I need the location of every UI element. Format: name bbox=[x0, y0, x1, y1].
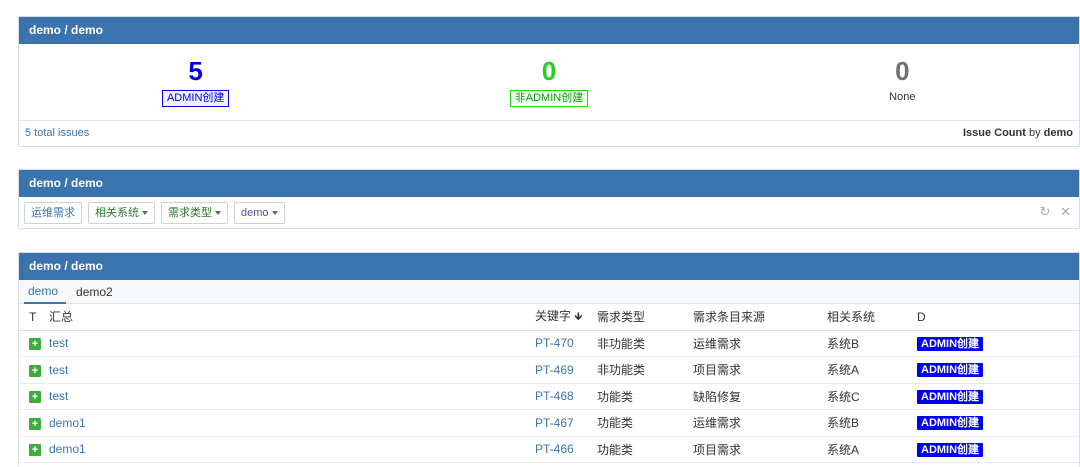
caret-down-icon bbox=[142, 211, 148, 216]
total-issues-link[interactable]: 5 total issues bbox=[25, 121, 89, 147]
footer-label: Issue Count bbox=[962, 127, 1026, 139]
row-summary[interactable]: test bbox=[49, 356, 535, 384]
col-d[interactable]: D bbox=[917, 304, 1079, 331]
footer-caption: Issue Count by demo bbox=[963, 121, 1073, 147]
filter-gadget: demo / demo 运维需求 相关系统 需求类型 demo ↻ ✕ bbox=[18, 169, 1080, 229]
creator-badge: ADMIN创建 bbox=[917, 363, 984, 378]
close-icon[interactable]: ✕ bbox=[1060, 204, 1071, 219]
row-system: 系统B bbox=[827, 409, 917, 437]
creator-badge: ADMIN创建 bbox=[917, 389, 984, 404]
row-source: 项目需求 bbox=[693, 436, 827, 463]
tab-demo2[interactable]: demo2 bbox=[72, 281, 121, 303]
tab-demo[interactable]: demo bbox=[24, 280, 67, 304]
filter-dropdown-demo[interactable]: demo bbox=[234, 202, 285, 224]
gadget-footer: 5 total issues Issue Count by demo bbox=[19, 120, 1079, 147]
issues-gadget: demo / demo demo demo2 T 汇总 关键字 🡻 需求类型 需… bbox=[18, 252, 1080, 467]
gadget-title: demo / demo bbox=[19, 253, 1079, 280]
table-header: T 汇总 关键字 🡻 需求类型 需求条目来源 相关系统 D bbox=[19, 304, 1079, 331]
col-key-label: 关键字 bbox=[535, 308, 572, 323]
tab-bar: demo demo2 bbox=[19, 280, 1079, 304]
issues-table: T 汇总 关键字 🡻 需求类型 需求条目来源 相关系统 D + test PT-… bbox=[19, 304, 1079, 463]
table-row: + demo1 PT-467 功能类 运维需求 系统B ADMIN创建 bbox=[19, 409, 1079, 437]
row-key[interactable]: PT-467 bbox=[535, 409, 597, 437]
stat-label[interactable]: ADMIN创建 bbox=[161, 90, 230, 107]
new-feature-icon: + bbox=[29, 391, 41, 404]
row-key[interactable]: PT-469 bbox=[535, 356, 597, 384]
row-summary[interactable]: demo1 bbox=[49, 409, 535, 437]
stat-count[interactable]: 5 bbox=[19, 56, 372, 86]
sort-down-icon: 🡻 bbox=[574, 310, 583, 323]
new-feature-icon: + bbox=[29, 444, 41, 457]
row-summary[interactable]: test bbox=[49, 330, 535, 357]
col-summary[interactable]: 汇总 bbox=[49, 304, 535, 331]
new-feature-icon: + bbox=[29, 364, 41, 377]
col-type-icon[interactable]: T bbox=[19, 304, 49, 331]
row-key[interactable]: PT-466 bbox=[535, 436, 597, 463]
row-key[interactable]: PT-470 bbox=[535, 330, 597, 357]
row-type: 功能类 bbox=[597, 436, 693, 463]
row-source: 项目需求 bbox=[693, 356, 827, 384]
gadget-title: demo / demo bbox=[19, 170, 1079, 197]
row-summary[interactable]: demo1 bbox=[49, 436, 535, 463]
stats-row: 5 ADMIN创建 0 非ADMIN创建 0 None bbox=[19, 44, 1079, 120]
creator-badge: ADMIN创建 bbox=[917, 416, 984, 431]
table-row: + test PT-468 功能类 缺陷修复 系统C ADMIN创建 bbox=[19, 383, 1079, 410]
row-system: 系统A bbox=[827, 356, 917, 384]
gadget-title: demo / demo bbox=[19, 17, 1079, 44]
filter-actions: ↻ ✕ bbox=[1034, 204, 1071, 220]
row-source: 运维需求 bbox=[693, 409, 827, 437]
stat-admin[interactable]: 5 ADMIN创建 bbox=[19, 44, 372, 120]
caret-down-icon bbox=[271, 211, 278, 216]
col-system[interactable]: 相关系统 bbox=[827, 304, 917, 331]
new-feature-icon: + bbox=[29, 338, 41, 351]
caret-down-icon bbox=[215, 211, 221, 216]
row-source: 运维需求 bbox=[693, 330, 827, 357]
footer-by: by bbox=[1028, 127, 1041, 139]
row-system: 系统B bbox=[827, 330, 917, 357]
row-type: 功能类 bbox=[597, 383, 693, 410]
creator-badge: ADMIN创建 bbox=[917, 336, 984, 351]
row-key[interactable]: PT-468 bbox=[535, 383, 597, 410]
filter-label: 需求类型 bbox=[168, 207, 212, 219]
filter-label: demo bbox=[241, 207, 269, 219]
row-system: 系统A bbox=[827, 436, 917, 463]
filter-label: 相关系统 bbox=[95, 207, 139, 219]
table-row: + demo1 PT-466 功能类 项目需求 系统A ADMIN创建 bbox=[19, 436, 1079, 463]
stat-none[interactable]: 0 None bbox=[726, 44, 1079, 120]
row-type: 非功能类 bbox=[597, 330, 693, 357]
stat-label[interactable]: 非ADMIN创建 bbox=[509, 90, 589, 107]
footer-field: demo bbox=[1043, 127, 1073, 139]
col-req-source[interactable]: 需求条目来源 bbox=[693, 304, 827, 331]
filter-bar: 运维需求 相关系统 需求类型 demo ↻ ✕ bbox=[19, 197, 1079, 229]
stat-non-admin[interactable]: 0 非ADMIN创建 bbox=[372, 44, 725, 120]
new-feature-icon: + bbox=[29, 417, 41, 430]
filter-chip-ops[interactable]: 运维需求 bbox=[24, 202, 82, 224]
row-type: 非功能类 bbox=[597, 356, 693, 384]
col-key[interactable]: 关键字 🡻 bbox=[535, 304, 597, 331]
col-req-type[interactable]: 需求类型 bbox=[597, 304, 693, 331]
row-summary[interactable]: test bbox=[49, 383, 535, 410]
row-system: 系统C bbox=[827, 383, 917, 410]
stat-label: None bbox=[889, 91, 916, 103]
stat-count[interactable]: 0 bbox=[726, 56, 1079, 86]
refresh-icon[interactable]: ↻ bbox=[1040, 204, 1051, 219]
row-source: 缺陷修复 bbox=[693, 383, 827, 410]
stats-gadget: demo / demo 5 ADMIN创建 0 非ADMIN创建 0 None … bbox=[18, 16, 1080, 147]
filter-dropdown-type[interactable]: 需求类型 bbox=[161, 202, 228, 224]
table-row: + test PT-470 非功能类 运维需求 系统B ADMIN创建 bbox=[19, 330, 1079, 357]
row-type: 功能类 bbox=[597, 409, 693, 437]
filter-dropdown-system[interactable]: 相关系统 bbox=[88, 202, 155, 224]
stat-count[interactable]: 0 bbox=[372, 56, 725, 86]
table-row: + test PT-469 非功能类 项目需求 系统A ADMIN创建 bbox=[19, 356, 1079, 384]
creator-badge: ADMIN创建 bbox=[917, 442, 984, 457]
